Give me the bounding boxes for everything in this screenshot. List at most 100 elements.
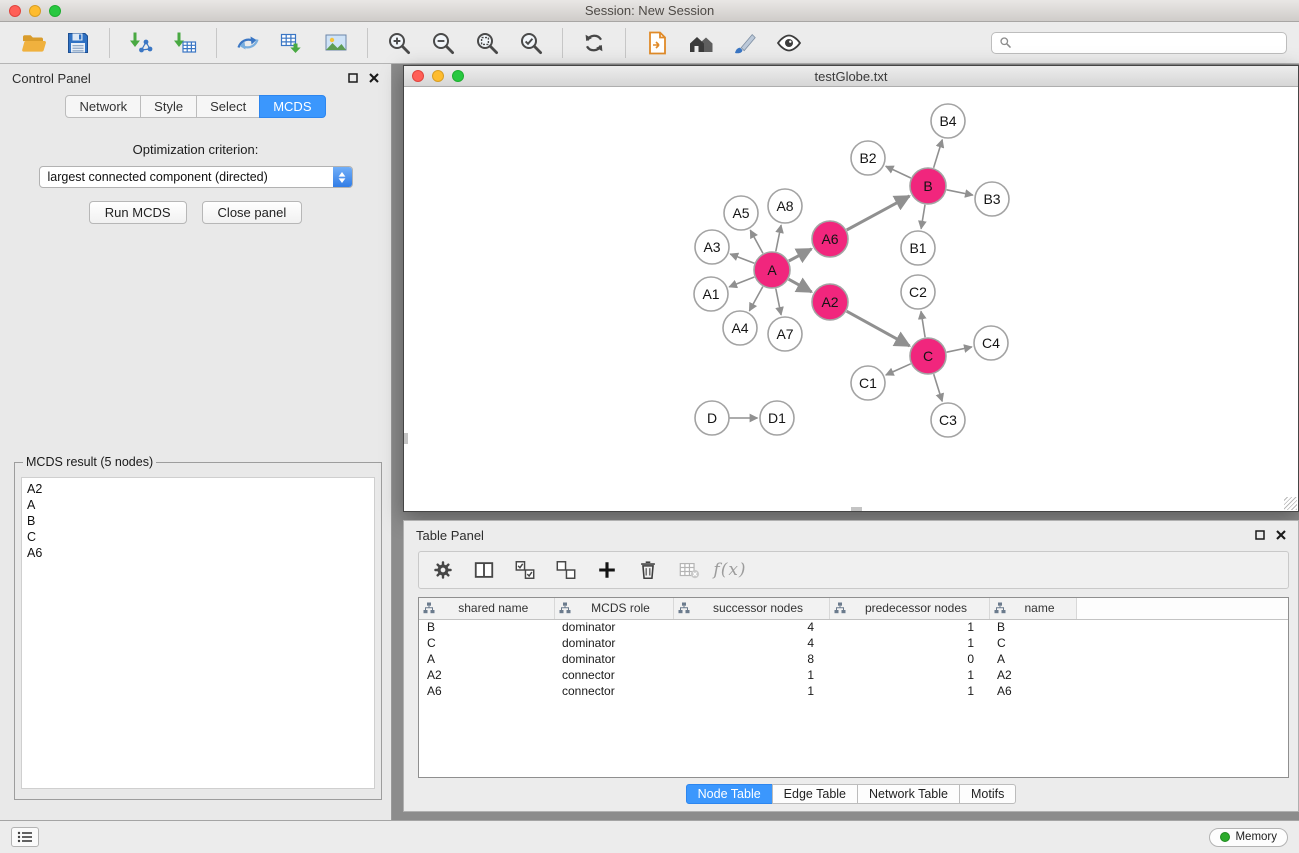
- table-cell[interactable]: B: [419, 619, 554, 635]
- edge-B-B2[interactable]: [886, 166, 911, 178]
- table-cell[interactable]: dominator: [554, 635, 673, 651]
- tab-network[interactable]: Network: [65, 95, 141, 118]
- node-B2[interactable]: B2: [851, 141, 885, 175]
- vertical-scroll-thumb[interactable]: [404, 433, 408, 444]
- mcds-result-item[interactable]: B: [27, 513, 369, 529]
- table-cell[interactable]: connector: [554, 683, 673, 699]
- mcds-result-item[interactable]: C: [27, 529, 369, 545]
- close-panel-icon[interactable]: [369, 73, 379, 83]
- node-B1[interactable]: B1: [901, 231, 935, 265]
- table-cell[interactable]: 1: [829, 667, 989, 683]
- network-window-minimize-button[interactable]: [432, 70, 444, 82]
- tab-style[interactable]: Style: [140, 95, 197, 118]
- node-C3[interactable]: C3: [931, 403, 965, 437]
- home-icon[interactable]: [686, 28, 716, 58]
- task-history-button[interactable]: [11, 827, 39, 847]
- table-cell[interactable]: A6: [419, 683, 554, 699]
- tab-mcds[interactable]: MCDS: [259, 95, 325, 118]
- node-A3[interactable]: A3: [695, 230, 729, 264]
- network-window-close-button[interactable]: [412, 70, 424, 82]
- zoom-in-icon[interactable]: [384, 28, 414, 58]
- column-header-successor-nodes[interactable]: successor nodes: [673, 598, 829, 619]
- edge-A-A7[interactable]: [776, 289, 781, 315]
- edge-B-B1[interactable]: [921, 205, 925, 229]
- node-C[interactable]: C: [910, 338, 946, 374]
- column-header-shared-name[interactable]: shared name: [419, 598, 554, 619]
- edge-C-C1[interactable]: [886, 364, 911, 375]
- node-A7[interactable]: A7: [768, 317, 802, 351]
- table-cell[interactable]: A2: [419, 667, 554, 683]
- zoom-fit-icon[interactable]: [472, 28, 502, 58]
- network-window-zoom-button[interactable]: [452, 70, 464, 82]
- tab-motifs[interactable]: Motifs: [959, 784, 1016, 804]
- edge-A-A5[interactable]: [750, 230, 763, 253]
- resize-grip-icon[interactable]: [1284, 497, 1297, 510]
- deselect-all-icon[interactable]: [554, 558, 578, 582]
- refresh-icon[interactable]: [579, 28, 609, 58]
- columns-icon[interactable]: [472, 558, 496, 582]
- table-cell[interactable]: 1: [673, 683, 829, 699]
- search-box[interactable]: [991, 32, 1287, 54]
- close-window-button[interactable]: [9, 5, 21, 17]
- edge-A-A6[interactable]: [789, 249, 812, 261]
- column-header-mcds-role[interactable]: MCDS role: [554, 598, 673, 619]
- mcds-result-item[interactable]: A: [27, 497, 369, 513]
- search-input[interactable]: [1017, 36, 1279, 50]
- memory-button[interactable]: Memory: [1209, 828, 1288, 847]
- save-icon[interactable]: [63, 28, 93, 58]
- fx-icon[interactable]: f(x): [718, 558, 742, 582]
- network-svg[interactable]: B4B2BB3A5A8A6A3B1AA1A2C2A4A7C4CC1DD1C3: [404, 87, 1298, 511]
- tab-network-table[interactable]: Network Table: [857, 784, 960, 804]
- minimize-window-button[interactable]: [29, 5, 41, 17]
- float-table-panel-icon[interactable]: [1255, 530, 1265, 540]
- import-network-icon[interactable]: [126, 28, 156, 58]
- node-A2[interactable]: A2: [812, 284, 848, 320]
- table-cell[interactable]: A6: [989, 683, 1076, 699]
- table-cell[interactable]: 1: [673, 667, 829, 683]
- table-cell[interactable]: 1: [829, 635, 989, 651]
- mcds-result-list[interactable]: A2ABCA6: [21, 477, 375, 789]
- close-table-panel-icon[interactable]: [1276, 530, 1286, 540]
- network-window-titlebar[interactable]: testGlobe.txt: [404, 66, 1298, 87]
- edge-A-A8[interactable]: [776, 225, 781, 251]
- node-C4[interactable]: C4: [974, 326, 1008, 360]
- edge-B-B4[interactable]: [934, 140, 943, 168]
- column-header-predecessor-nodes[interactable]: predecessor nodes: [829, 598, 989, 619]
- export-image-icon[interactable]: [321, 28, 351, 58]
- gear-icon[interactable]: [431, 558, 455, 582]
- table-cell[interactable]: A2: [989, 667, 1076, 683]
- add-icon[interactable]: [595, 558, 619, 582]
- edge-C-C3[interactable]: [934, 374, 943, 401]
- zoom-window-button[interactable]: [49, 5, 61, 17]
- tab-select[interactable]: Select: [196, 95, 260, 118]
- table-row[interactable]: Adominator80A: [419, 651, 1288, 667]
- table-cell[interactable]: 1: [829, 619, 989, 635]
- node-A4[interactable]: A4: [723, 311, 757, 345]
- node-A8[interactable]: A8: [768, 189, 802, 223]
- table-cell[interactable]: connector: [554, 667, 673, 683]
- table-row[interactable]: A2connector11A2: [419, 667, 1288, 683]
- float-panel-icon[interactable]: [348, 73, 358, 83]
- table-cell[interactable]: dominator: [554, 619, 673, 635]
- table-row[interactable]: Cdominator41C: [419, 635, 1288, 651]
- node-B4[interactable]: B4: [931, 104, 965, 138]
- edge-B-B3[interactable]: [947, 190, 973, 195]
- column-header-name[interactable]: name: [989, 598, 1076, 619]
- node-A6[interactable]: A6: [812, 221, 848, 257]
- node-C1[interactable]: C1: [851, 366, 885, 400]
- node-A[interactable]: A: [754, 252, 790, 288]
- table-cell[interactable]: 1: [829, 683, 989, 699]
- node-A1[interactable]: A1: [694, 277, 728, 311]
- delete-table-icon[interactable]: [677, 558, 701, 582]
- edge-A-A4[interactable]: [749, 287, 762, 311]
- edge-C-C2[interactable]: [921, 311, 925, 337]
- edge-C-C4[interactable]: [947, 347, 972, 352]
- first-neighbors-icon[interactable]: [642, 28, 672, 58]
- table-row[interactable]: A6connector11A6: [419, 683, 1288, 699]
- table-cell[interactable]: 4: [673, 635, 829, 651]
- trash-icon[interactable]: [636, 558, 660, 582]
- network-canvas[interactable]: B4B2BB3A5A8A6A3B1AA1A2C2A4A7C4CC1DD1C3: [404, 87, 1298, 511]
- mcds-result-item[interactable]: A6: [27, 545, 369, 561]
- edge-A-A2[interactable]: [789, 279, 812, 292]
- zoom-selected-icon[interactable]: [516, 28, 546, 58]
